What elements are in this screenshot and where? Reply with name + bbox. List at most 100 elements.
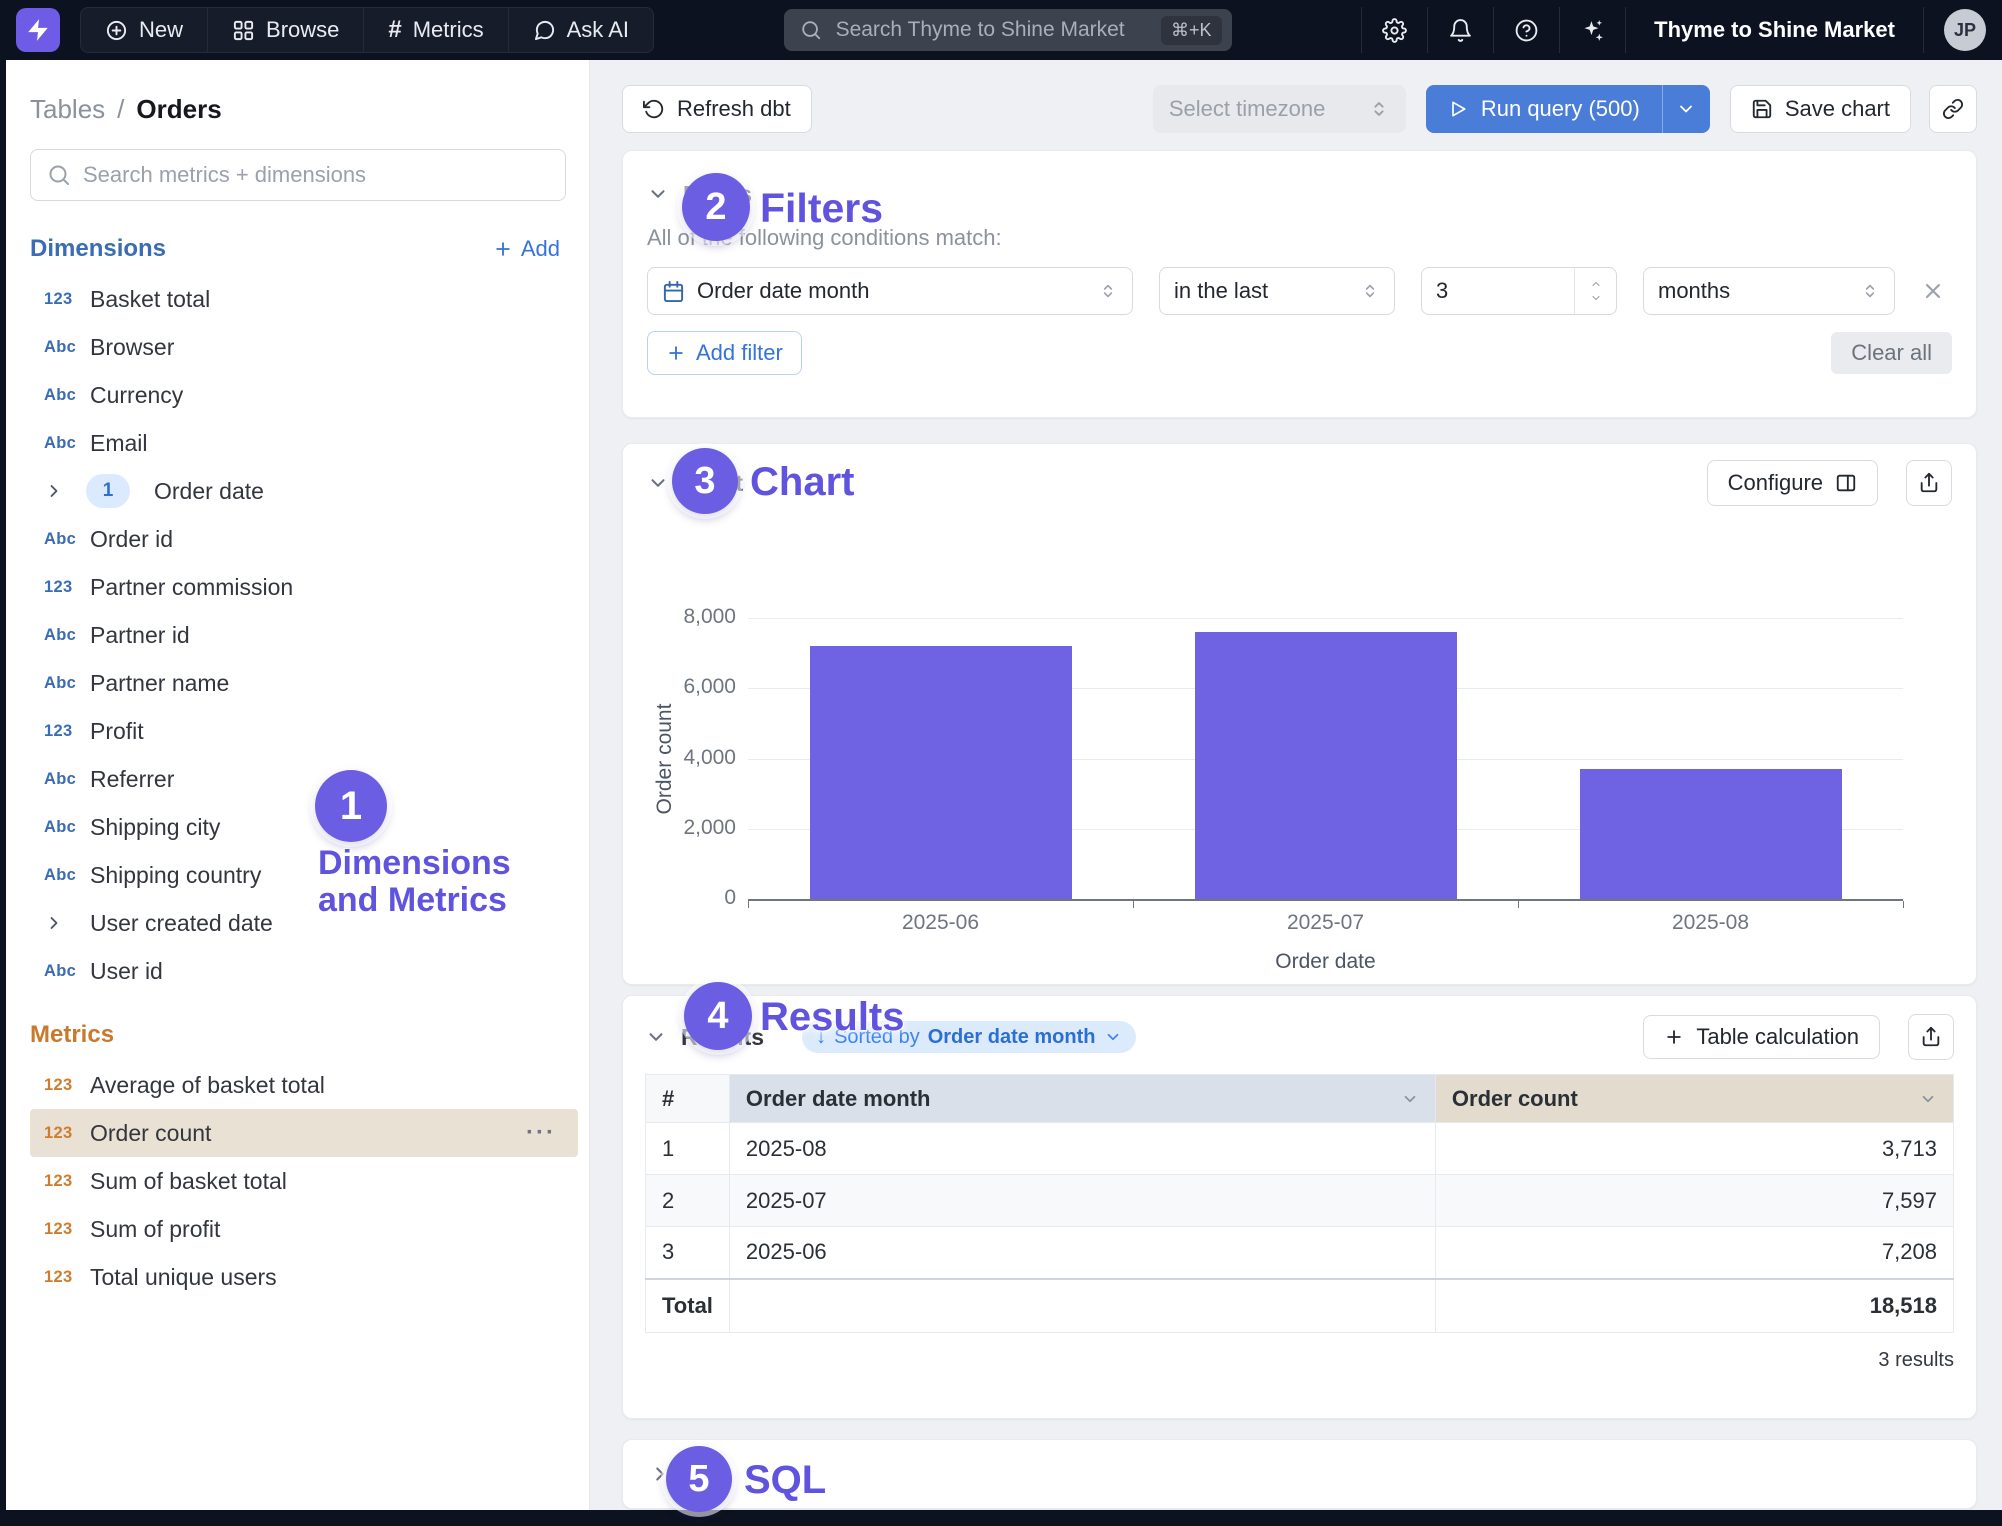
settings-button[interactable] <box>1362 7 1428 53</box>
chevron-down-icon[interactable] <box>645 1026 667 1048</box>
plus-icon <box>493 239 513 259</box>
save-chart-button[interactable]: Save chart <box>1730 85 1911 133</box>
table-calculation-button[interactable]: Table calculation <box>1643 1015 1880 1059</box>
share-link-button[interactable] <box>1929 85 1977 133</box>
field-label: Currency <box>82 382 183 409</box>
sidebar-item-email[interactable]: AbcEmail <box>30 419 578 467</box>
y-axis-tick-label: 8,000 <box>626 605 736 629</box>
panel-icon <box>1835 472 1857 494</box>
breadcrumb-tables-link[interactable]: Tables <box>30 94 105 125</box>
field-label: Partner id <box>82 622 190 649</box>
bell-icon <box>1448 18 1473 43</box>
global-search-placeholder: Search Thyme to Shine Market <box>836 18 1147 42</box>
remove-filter-button[interactable] <box>1921 279 1945 303</box>
annotation-label-4: Results <box>760 995 905 1040</box>
chevron-down-icon[interactable] <box>647 472 669 494</box>
sidebar-item-profit[interactable]: 123Profit <box>30 707 578 755</box>
sidebar-item-total-unique-users[interactable]: 123Total unique users <box>30 1253 578 1301</box>
breadcrumb-separator: / <box>117 94 124 125</box>
filter-operator-select[interactable]: in the last <box>1159 267 1395 315</box>
metrics-title: Metrics <box>30 1021 114 1049</box>
sidebar-item-currency[interactable]: Abc Currency <box>30 371 578 419</box>
sidebar-item-partner-commission[interactable]: 123Partner commission <box>30 563 578 611</box>
results-table-header-row: # Order date month Order count <box>646 1075 1954 1123</box>
order-count-cell: 7,597 <box>1435 1175 1953 1227</box>
order-count-cell: 3,713 <box>1435 1123 1953 1175</box>
share-icon <box>1920 1026 1942 1048</box>
nav-metrics-button[interactable]: # Metrics <box>364 8 508 52</box>
column-header-order-count[interactable]: Order count <box>1435 1075 1953 1123</box>
sidebar-item-referrer[interactable]: AbcReferrer <box>30 755 578 803</box>
filter-unit-select[interactable]: months <box>1643 267 1895 315</box>
number-type-icon: 123 <box>44 1220 72 1239</box>
sidebar-item-average-of-basket-total[interactable]: 123 Average of basket total <box>30 1061 578 1109</box>
breadcrumb: Tables / Orders <box>30 94 589 125</box>
refresh-dbt-button[interactable]: Refresh dbt <box>622 85 812 133</box>
string-type-icon: Abc <box>44 962 76 981</box>
select-caret-icon <box>1368 98 1390 120</box>
filter-field-select[interactable]: Order date month <box>647 267 1133 315</box>
number-type-icon: 123 <box>44 1172 72 1191</box>
help-button[interactable] <box>1494 7 1560 53</box>
sidebar-item-basket-total[interactable]: 123Basket total <box>30 275 578 323</box>
x-icon <box>1921 279 1945 303</box>
column-header-order-date-month[interactable]: Order date month <box>729 1075 1435 1123</box>
string-type-icon: Abc <box>44 866 76 885</box>
configure-button[interactable]: Configure <box>1707 460 1878 506</box>
avatar[interactable]: JP <box>1944 9 1986 51</box>
field-label: Order id <box>82 526 173 553</box>
timezone-select[interactable]: Select timezone <box>1153 85 1406 133</box>
fields-search-input[interactable] <box>83 162 549 188</box>
number-type-icon: 123 <box>44 1076 72 1095</box>
x-axis-tick-label: 2025-08 <box>1518 911 1903 935</box>
table-row[interactable]: 22025-077,597 <box>646 1175 1954 1227</box>
global-search-input[interactable]: Search Thyme to Shine Market ⌘+K <box>784 9 1232 51</box>
app-logo[interactable] <box>16 8 60 52</box>
table-row[interactable]: 12025-083,713 <box>646 1123 1954 1175</box>
add-filter-button[interactable]: Add filter <box>647 331 802 375</box>
filter-value-input[interactable]: 3 <box>1421 267 1617 315</box>
export-results-button[interactable] <box>1908 1014 1954 1060</box>
more-menu-icon[interactable]: ··· <box>526 1119 556 1147</box>
string-type-icon: Abc <box>44 674 76 693</box>
field-label: Average of basket total <box>82 1072 325 1099</box>
sidebar-item-user-id[interactable]: AbcUser id <box>30 947 578 995</box>
sidebar-item-browser[interactable]: AbcBrowser <box>30 323 578 371</box>
sidebar-item-order-id[interactable]: AbcOrder id <box>30 515 578 563</box>
sidebar-item-sum-of-basket-total[interactable]: 123Sum of basket total <box>30 1157 578 1205</box>
sidebar-item-order-date[interactable]: 1Order date <box>30 467 578 515</box>
chevron-right-icon <box>44 913 64 933</box>
table-row[interactable]: 32025-067,208 <box>646 1227 1954 1279</box>
sidebar-item-partner-id[interactable]: AbcPartner id <box>30 611 578 659</box>
clear-all-button[interactable]: Clear all <box>1831 332 1952 374</box>
run-query-button[interactable]: Run query (500) <box>1426 85 1662 133</box>
bar-2025-07[interactable] <box>1195 632 1457 899</box>
breadcrumb-current: Orders <box>136 94 221 125</box>
run-query-split-button: Run query (500) <box>1426 85 1710 133</box>
nav-ask-ai-button[interactable]: Ask AI <box>509 8 653 52</box>
metric-type-icon: 123 <box>44 1076 82 1095</box>
bar-2025-06[interactable] <box>810 646 1072 899</box>
run-query-options-button[interactable] <box>1662 85 1710 133</box>
value-stepper[interactable] <box>1574 268 1616 314</box>
column-header-index[interactable]: # <box>646 1075 730 1123</box>
dimension-type-icon: Abc <box>44 770 82 789</box>
bar-2025-08[interactable] <box>1580 769 1842 899</box>
dimension-type-icon: Abc <box>44 674 82 693</box>
bars-container <box>748 618 1903 899</box>
nav-browse-button[interactable]: Browse <box>208 8 364 52</box>
ai-assistant-button[interactable] <box>1560 7 1626 53</box>
topbar-icon-group: Thyme to Shine Market <box>1361 7 1924 53</box>
notifications-button[interactable] <box>1428 7 1494 53</box>
string-type-icon: Abc <box>44 386 76 405</box>
bar-slot <box>748 618 1133 899</box>
play-icon <box>1448 99 1468 119</box>
add-dimension-button[interactable]: Add <box>493 236 560 262</box>
dimension-type-icon: Abc <box>44 434 82 453</box>
sidebar-item-partner-name[interactable]: AbcPartner name <box>30 659 578 707</box>
export-chart-button[interactable] <box>1906 460 1952 506</box>
org-name[interactable]: Thyme to Shine Market <box>1626 7 1924 53</box>
sidebar-item-order-count[interactable]: 123Order count··· <box>30 1109 578 1157</box>
nav-new-button[interactable]: New <box>81 8 208 52</box>
sidebar-item-sum-of-profit[interactable]: 123Sum of profit <box>30 1205 578 1253</box>
